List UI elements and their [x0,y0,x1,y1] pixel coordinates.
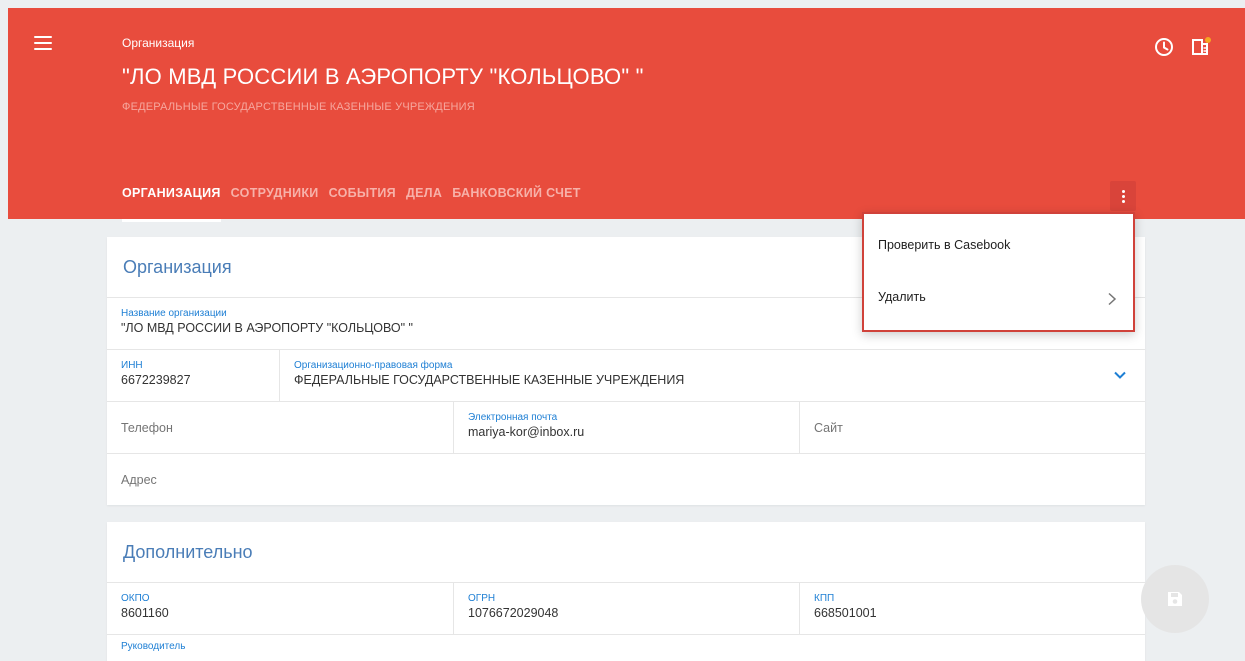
save-icon [1168,592,1182,606]
save-button[interactable] [1141,565,1209,633]
okpo-label: ОКПО [121,593,150,604]
director-label: Руководитель [121,641,186,652]
additional-card-title: Дополнительно [107,522,1145,583]
phone-field[interactable]: Телефон [107,402,453,453]
address-placeholder: Адрес [121,473,157,487]
menu-item-delete[interactable]: Удалить [864,266,1133,326]
kpp-label: КПП [814,593,835,604]
ogrn-value: 1076672029048 [468,606,559,620]
tab-organization[interactable]: ОРГАНИЗАЦИЯ [122,186,221,222]
tab-bank-account[interactable]: БАНКОВСКИЙ СЧЕТ [452,186,581,222]
email-field[interactable]: Электронная почта mariya-kor@inbox.ru [453,402,799,453]
app-header: Организация "ЛО МВД РОССИИ В АЭРОПОРТУ "… [8,8,1245,222]
codes-row: ОКПО 8601160 ОГРН 1076672029048 КПП 6685… [107,583,1145,635]
tab-bar: ОРГАНИЗАЦИЯ СОТРУДНИКИ СОБЫТИЯ ДЕЛА БАНК… [122,186,591,222]
address-field[interactable]: Адрес [107,454,1145,506]
email-label: Электронная почта [468,412,558,423]
contacts-row: Телефон Электронная почта mariya-kor@inb… [107,402,1145,454]
chevron-right-icon [1108,292,1117,306]
menu-item-label: Удалить [878,290,926,304]
tab-events[interactable]: СОБЫТИЯ [329,186,396,222]
menu-item-label: Проверить в Casebook [878,238,1011,252]
inn-cell[interactable]: ИНН 6672239827 [107,350,279,401]
bookmark-icon[interactable] [1190,36,1212,58]
inn-legal-form-row: ИНН 6672239827 Организационно-правовая ф… [107,350,1145,402]
more-options-icon[interactable] [1110,181,1136,211]
phone-placeholder: Телефон [121,421,173,435]
page-title: "ЛО МВД РОССИИ В АЭРОПОРТУ "КОЛЬЦОВО" " [122,64,644,89]
legal-form-label: Организационно-правовая форма [294,360,453,371]
director-row: Руководитель [107,635,1145,661]
entity-label: Организация [122,36,195,50]
legal-form-select[interactable]: Организационно-правовая форма ФЕДЕРАЛЬНЫ… [279,350,1145,401]
ogrn-label: ОГРН [468,593,496,604]
okpo-field[interactable]: ОКПО 8601160 [107,583,453,634]
menu-item-check-casebook[interactable]: Проверить в Casebook [864,214,1133,266]
legal-form-value: ФЕДЕРАЛЬНЫЕ ГОСУДАРСТВЕННЫЕ КАЗЕННЫЕ УЧР… [294,373,685,387]
menu-icon[interactable] [34,36,52,50]
notification-dot [1205,37,1211,43]
site-field[interactable]: Сайт [799,402,1145,453]
ogrn-field[interactable]: ОГРН 1076672029048 [453,583,799,634]
kpp-value: 668501001 [814,606,877,620]
address-row: Адрес [107,454,1145,506]
email-value: mariya-kor@inbox.ru [468,425,585,439]
clock-icon[interactable] [1153,36,1175,58]
additional-card: Дополнительно ОКПО 8601160 ОГРН 10766720… [107,522,1145,661]
okpo-value: 8601160 [121,606,169,620]
tab-employees[interactable]: СОТРУДНИКИ [231,186,319,222]
kpp-field[interactable]: КПП 668501001 [799,583,1145,634]
director-field[interactable]: Руководитель [107,635,1145,661]
options-menu: Проверить в Casebook Удалить [862,212,1135,332]
page-subtitle: ФЕДЕРАЛЬНЫЕ ГОСУДАРСТВЕННЫЕ КАЗЕННЫЕ УЧР… [122,101,475,113]
tab-cases[interactable]: ДЕЛА [406,186,442,222]
site-placeholder: Сайт [814,421,843,435]
inn-label: ИНН [121,360,143,371]
chevron-down-icon[interactable] [1113,368,1127,382]
inn-field[interactable]: 6672239827 [121,373,279,387]
